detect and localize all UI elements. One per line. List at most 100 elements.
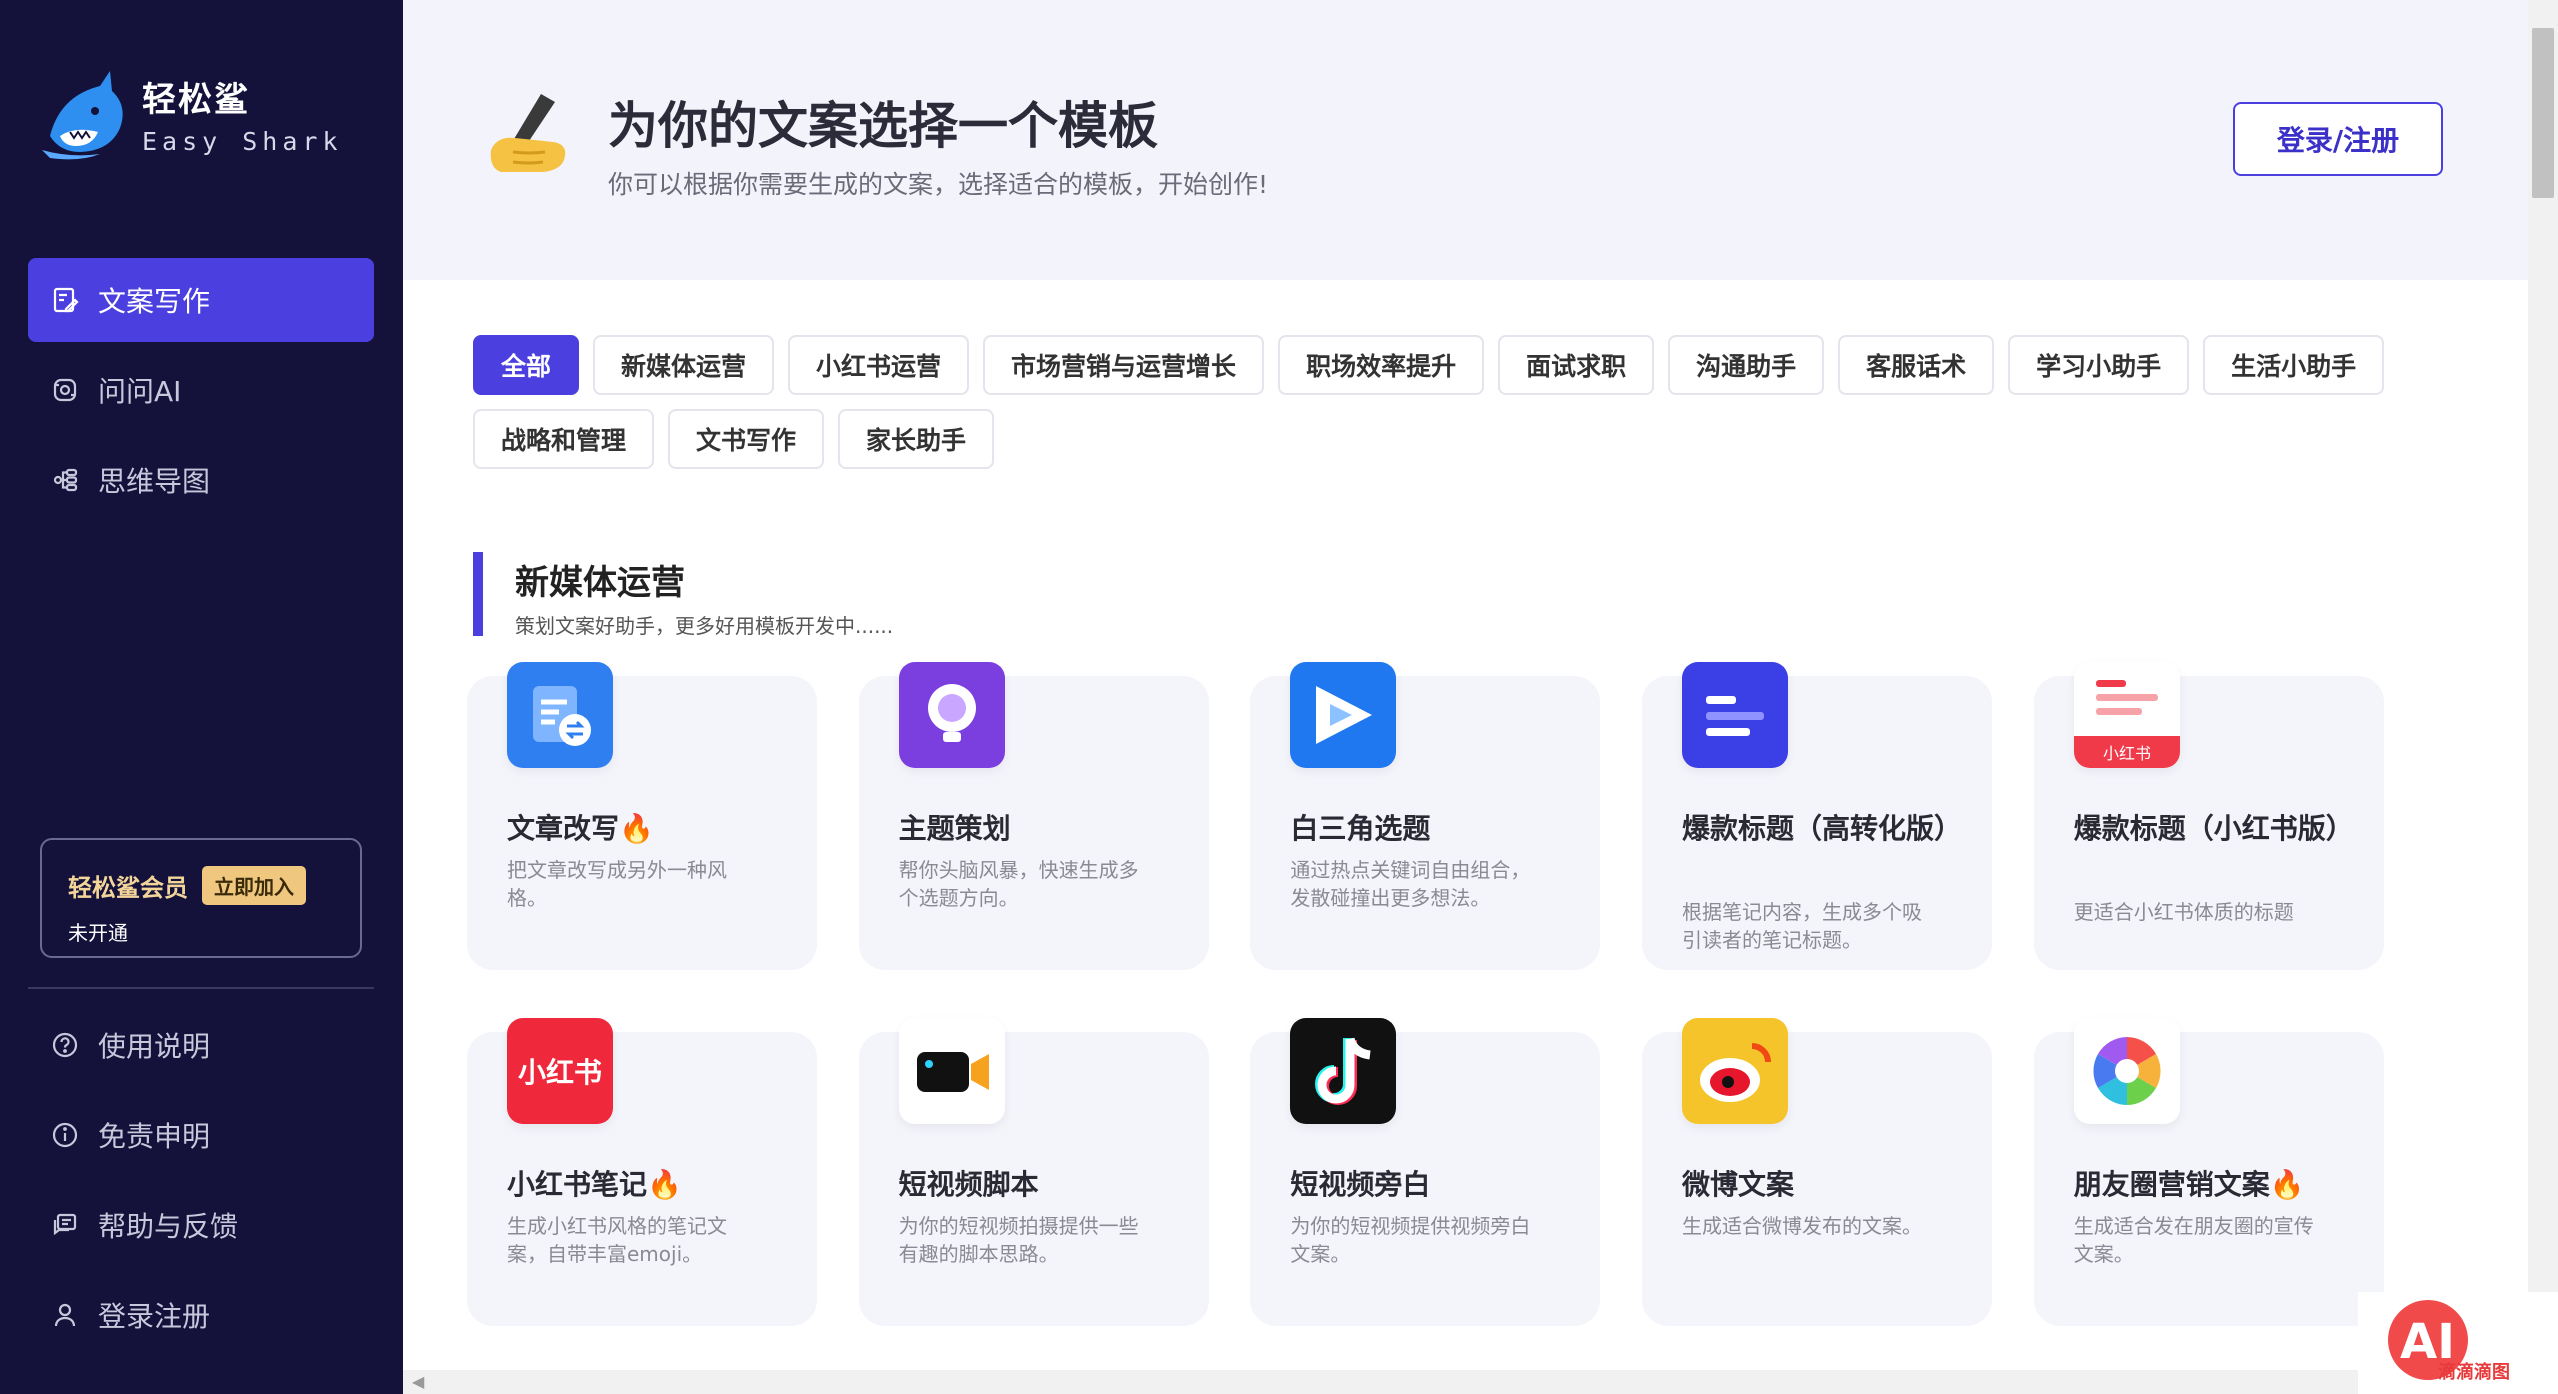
nav-label: 思维导图 [98,465,211,498]
main-area: 为你的文案选择一个模板 你可以根据你需要生成的文案，选择适合的模板，开始创作! … [403,0,2528,1394]
main-nav: 文案写作 问问AI 思维导图 [28,258,374,528]
document-edit-icon [53,287,79,313]
page-header: 为你的文案选择一个模板 你可以根据你需要生成的文案，选择适合的模板，开始创作! … [403,0,2528,280]
nav-label: 文案写作 [98,285,211,318]
template-card-title: 爆款标题（高转化版） [1682,812,1963,845]
template-card-title: 朋友圈营销文案🔥 [2073,1168,2305,1201]
brand-logo[interactable]: 轻松鲨 Easy Shark [40,66,343,161]
page-title: 为你的文案选择一个模板 [608,97,1158,155]
info-circle-icon [52,1122,78,1148]
template-card-title: 白三角选题 [1290,812,1431,845]
fire-icon: 🔥 [619,812,654,845]
sidebar: 轻松鲨 Easy Shark 文案写作 问问AI 思维导图 轻松鲨会员 立即加入… [0,0,403,1394]
login-register-button[interactable]: 登录/注册 [2233,102,2443,176]
template-card-description: 生成小红书风格的笔记文案，自带丰富emoji。 [507,1214,727,1266]
nav-item-feedback[interactable]: 帮助与反馈 [28,1183,374,1267]
template-card-description: 为你的短视频拍摄提供一些有趣的脚本思路。 [898,1214,1139,1266]
template-card-title: 微博文案 [1682,1168,1795,1201]
moments-aperture-icon [2073,1018,2180,1124]
template-card[interactable]: 爆款标题（高转化版） 根据笔记内容，生成多个吸引读者的笔记标题。 [1642,662,1993,970]
template-card[interactable]: 小红书爆款标题（小红书版） 更适合小红书体质的标题 [2033,662,2384,970]
tab-category[interactable]: 市场营销与运营增长 [983,335,1265,395]
watermark-text: 滴滴滴图 [2438,1362,2510,1383]
template-card[interactable]: 微博文案 生成适合微博发布的文案。 [1642,1018,1993,1326]
tab-category[interactable]: 文书写作 [668,409,825,469]
triangle-play-icon [1290,662,1397,768]
brand-name: 轻松鲨 [142,79,250,120]
nav-item-login[interactable]: 登录注册 [28,1273,374,1357]
svg-text:小红书: 小红书 [518,1056,602,1089]
scroll-left-arrow-icon[interactable]: ◀ [412,1372,424,1391]
user-icon [54,1303,76,1327]
membership-card[interactable]: 轻松鲨会员 立即加入 未开通 [40,838,362,958]
nav-label: 问问AI [98,375,182,408]
xiaohongshu-doc-icon: 小红书 [2073,662,2180,768]
template-card[interactable]: 文章改写🔥 把文章改写成另外一种风格。 [467,662,817,970]
horizontal-scrollbar[interactable] [403,1370,2528,1394]
tab-category[interactable]: 全部 [473,335,580,395]
template-card-title: 主题策划 [898,812,1011,845]
lightbulb-icon [898,662,1005,768]
template-content: 全部 新媒体运营 小红书运营 市场营销与运营增长 职场效率提升 面试求职 沟通助手 客服话术学… [403,280,2528,1370]
tab-category[interactable]: 小红书运营 [788,335,970,395]
template-card-description: 帮你头脑风暴，快速生成多个选题方向。 [898,858,1139,910]
nav-label: 登录注册 [98,1300,211,1333]
xiaohongshu-icon: 小红书 [507,1018,613,1124]
template-card[interactable]: 短视频旁白为你的短视频提供视频旁白文案。 [1250,1018,1601,1326]
nav-item-ask-ai[interactable]: 问问AI [28,348,374,432]
svg-text:小红书: 小红书 [2103,744,2151,763]
tab-category[interactable]: 战略和管理 [473,409,655,469]
feedback-icon [53,1213,77,1236]
template-card[interactable]: 朋友圈营销文案🔥 生成适合发在朋友圈的宣传文案。 [2033,1018,2384,1326]
nav-item-usage-guide[interactable]: 使用说明 [28,1003,374,1087]
tab-category[interactable]: 学习小助手 [2008,335,2190,395]
nav-item-mindmap[interactable]: 思维导图 [28,438,374,522]
ai-chat-icon [53,378,77,402]
writing-hand-icon [490,94,566,172]
membership-status: 未开通 [68,921,128,945]
bottom-nav: 使用说明 免责申明 帮助与反馈 登录注册 [28,1003,374,1363]
template-card[interactable]: 小红书小红书笔记🔥 生成小红书风格的笔记文案，自带丰富emoji。 [467,1018,817,1326]
template-card[interactable]: 白三角选题通过热点关键词自由组合，发散碰撞出更多想法。 [1250,662,1601,970]
template-card-description: 为你的短视频提供视频旁白文案。 [1290,1214,1531,1266]
template-card-title: 文章改写🔥 [507,812,654,845]
template-card-description: 更适合小红书体质的标题 [2073,900,2294,924]
tab-category[interactable]: 沟通助手 [1668,335,1825,395]
nav-item-disclaimer[interactable]: 免责申明 [28,1093,374,1177]
tab-category[interactable]: 新媒体运营 [593,335,775,395]
join-membership-button[interactable]: 立即加入 [202,866,306,905]
tab-category[interactable]: 面试求职 [1498,335,1655,395]
template-card-title: 短视频脚本 [898,1168,1039,1201]
vertical-scrollbar[interactable] [2528,0,2558,1394]
tab-category[interactable]: 职场效率提升 [1278,335,1485,395]
template-card-description: 生成适合发在朋友圈的宣传文案。 [2073,1214,2314,1266]
tab-category[interactable]: 客服话术 [1838,335,1995,395]
section-description: 策划文案好助手，更多好用模板开发中...... [515,614,894,638]
sidebar-divider [28,987,374,989]
template-card-description: 通过热点关键词自由组合，发散碰撞出更多想法。 [1290,858,1531,910]
mindmap-icon [53,468,78,492]
template-card[interactable]: 主题策划帮你头脑风暴，快速生成多个选题方向。 [858,662,1209,970]
nav-label: 帮助与反馈 [98,1210,239,1243]
weibo-icon [1682,1018,1789,1124]
help-circle-icon [52,1032,78,1058]
tab-category[interactable]: 生活小助手 [2203,335,2385,395]
nav-item-writing[interactable]: 文案写作 [28,258,374,342]
template-card-title: 短视频旁白 [1290,1168,1431,1201]
tiktok-icon [1290,1018,1397,1124]
title-lines-icon [1682,662,1789,768]
template-card[interactable]: 短视频脚本为你的短视频拍摄提供一些有趣的脚本思路。 [858,1018,1209,1326]
template-card-title: 小红书笔记🔥 [507,1168,682,1201]
fire-icon: 🔥 [2269,1168,2305,1201]
nav-label: 使用说明 [98,1030,211,1063]
tab-category[interactable]: 家长助手 [838,409,995,469]
template-card-title: 爆款标题（小红书版） [2073,812,2354,845]
article-rewrite-icon [507,662,613,768]
page-subtitle: 你可以根据你需要生成的文案，选择适合的模板，开始创作! [608,170,1269,199]
category-tabs: 全部 新媒体运营 小红书运营 市场营销与运营增长 职场效率提升 面试求职 沟通助手 客服话术学… [473,335,2413,469]
brand-name-en: Easy Shark [142,126,343,156]
nav-label: 免责申明 [98,1120,211,1153]
template-card-description: 把文章改写成另外一种风格。 [507,858,727,910]
vertical-scroll-thumb[interactable] [2532,28,2554,198]
shark-logo-icon [42,71,123,160]
